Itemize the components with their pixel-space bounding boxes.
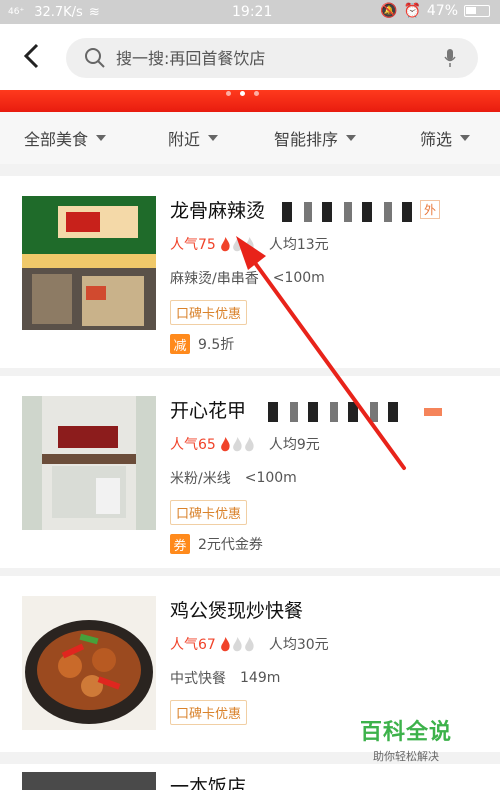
restaurant-photo bbox=[22, 596, 156, 730]
battery-percent: 47% bbox=[426, 3, 458, 19]
distance: <100m bbox=[272, 270, 325, 286]
rating-row: 人气75 人均13元 bbox=[170, 234, 329, 254]
flame-icon bbox=[244, 636, 254, 651]
redacted-text bbox=[282, 202, 412, 222]
rating-row: 人气67 人均30元 bbox=[170, 634, 329, 654]
promo-row: 减 9.5折 bbox=[170, 334, 234, 354]
flame-icon bbox=[244, 436, 254, 451]
banner-pager bbox=[226, 91, 259, 96]
flame-rating bbox=[220, 636, 255, 652]
promo-text: 2元代金券 bbox=[198, 537, 263, 553]
restaurant-photo bbox=[22, 396, 156, 530]
category-row: 中式快餐 149m bbox=[170, 668, 280, 688]
distance: 149m bbox=[240, 670, 281, 686]
restaurant-card[interactable]: 龙骨麻辣烫 外 人气75 人均13元 麻辣烫/串串香 <100m 口碑卡优惠 减… bbox=[0, 176, 500, 368]
alarm-icon: ⏰ bbox=[403, 3, 421, 19]
flame-icon bbox=[244, 236, 254, 251]
promo-text: 9.5折 bbox=[198, 337, 235, 353]
card-discount-tag: 口碑卡优惠 bbox=[170, 700, 248, 725]
search-box[interactable] bbox=[66, 38, 478, 78]
pager-dot-active bbox=[240, 91, 245, 96]
flame-rating bbox=[220, 236, 255, 252]
microphone-icon[interactable] bbox=[444, 48, 456, 68]
filter-nearby[interactable]: 附近 bbox=[168, 126, 219, 150]
filter-all-food[interactable]: 全部美食 bbox=[24, 126, 107, 150]
flame-rating bbox=[220, 436, 255, 452]
flame-icon bbox=[220, 236, 230, 251]
restaurant-photo bbox=[22, 772, 156, 790]
distance: <100m bbox=[244, 470, 297, 486]
battery-icon bbox=[464, 5, 490, 17]
card-discount-tag: 口碑卡优惠 bbox=[170, 500, 248, 525]
pager-dot bbox=[226, 91, 231, 96]
pager-dot bbox=[254, 91, 259, 96]
network-speed: 32.7K/s bbox=[34, 4, 83, 20]
popularity: 人气67 bbox=[170, 637, 216, 653]
wifi-icon: ≋ bbox=[88, 4, 100, 20]
watermark: 百科全说 助你轻松解决 bbox=[360, 714, 452, 764]
status-bar: 46⁺ 32.7K/s ≋ 19:21 🔕 ⏰ 47% bbox=[0, 0, 500, 24]
average-price: 人均13元 bbox=[268, 237, 329, 253]
popularity: 人气75 bbox=[170, 237, 216, 253]
promo-badge: 券 bbox=[170, 534, 190, 554]
category: 中式快餐 bbox=[170, 671, 226, 687]
back-arrow-icon[interactable] bbox=[20, 42, 44, 70]
search-icon bbox=[85, 48, 105, 68]
dropdown-icon bbox=[460, 135, 471, 141]
restaurant-name: 开心花甲 bbox=[170, 400, 247, 422]
filter-sort[interactable]: 智能排序 bbox=[274, 126, 357, 150]
search-input[interactable] bbox=[116, 48, 416, 68]
restaurant-photo bbox=[22, 196, 156, 330]
category: 米粉/米线 bbox=[170, 471, 231, 487]
popularity: 人气65 bbox=[170, 437, 216, 453]
search-header bbox=[0, 24, 500, 90]
watermark-subtitle: 助你轻松解决 bbox=[373, 750, 439, 763]
flame-icon bbox=[220, 436, 230, 451]
card-discount-tag: 口碑卡优惠 bbox=[170, 300, 248, 325]
redacted-text bbox=[268, 402, 398, 422]
average-price: 人均30元 bbox=[268, 637, 329, 653]
restaurant-card[interactable]: 开心花甲 人气65 人均9元 米粉/米线 <100m 口碑卡优惠 券 2元代金券 bbox=[0, 376, 500, 568]
flame-icon bbox=[232, 436, 242, 451]
flame-icon bbox=[232, 236, 242, 251]
dropdown-icon bbox=[346, 135, 357, 141]
flame-icon bbox=[232, 636, 242, 651]
flame-icon bbox=[220, 636, 230, 651]
restaurant-name: 龙骨麻辣烫 bbox=[170, 200, 266, 222]
filter-screen[interactable]: 筛选 bbox=[420, 126, 471, 150]
mute-icon: 🔕 bbox=[380, 3, 398, 19]
rating-row: 人气65 人均9元 bbox=[170, 434, 320, 454]
dropdown-icon bbox=[96, 135, 107, 141]
category-row: 麻辣烫/串串香 <100m bbox=[170, 268, 325, 288]
restaurant-name: 鸡公煲现炒快餐 bbox=[170, 600, 304, 622]
delivery-tag: 外 bbox=[420, 200, 441, 219]
signal-icon: 46⁺ bbox=[8, 6, 25, 17]
watermark-title: 百科全说 bbox=[360, 720, 453, 745]
redacted-tag bbox=[424, 408, 442, 416]
promo-row: 券 2元代金券 bbox=[170, 534, 263, 554]
promo-badge: 减 bbox=[170, 334, 190, 354]
category: 麻辣烫/串串香 bbox=[170, 271, 259, 287]
clock: 19:21 bbox=[232, 4, 273, 20]
dropdown-icon bbox=[208, 135, 219, 141]
restaurant-name: 一本饭店 bbox=[170, 776, 247, 790]
average-price: 人均9元 bbox=[268, 437, 320, 453]
filter-bar: 全部美食 附近 智能排序 筛选 bbox=[0, 112, 500, 164]
category-row: 米粉/米线 <100m bbox=[170, 468, 297, 488]
restaurant-card[interactable]: 一本饭店 bbox=[0, 764, 500, 790]
